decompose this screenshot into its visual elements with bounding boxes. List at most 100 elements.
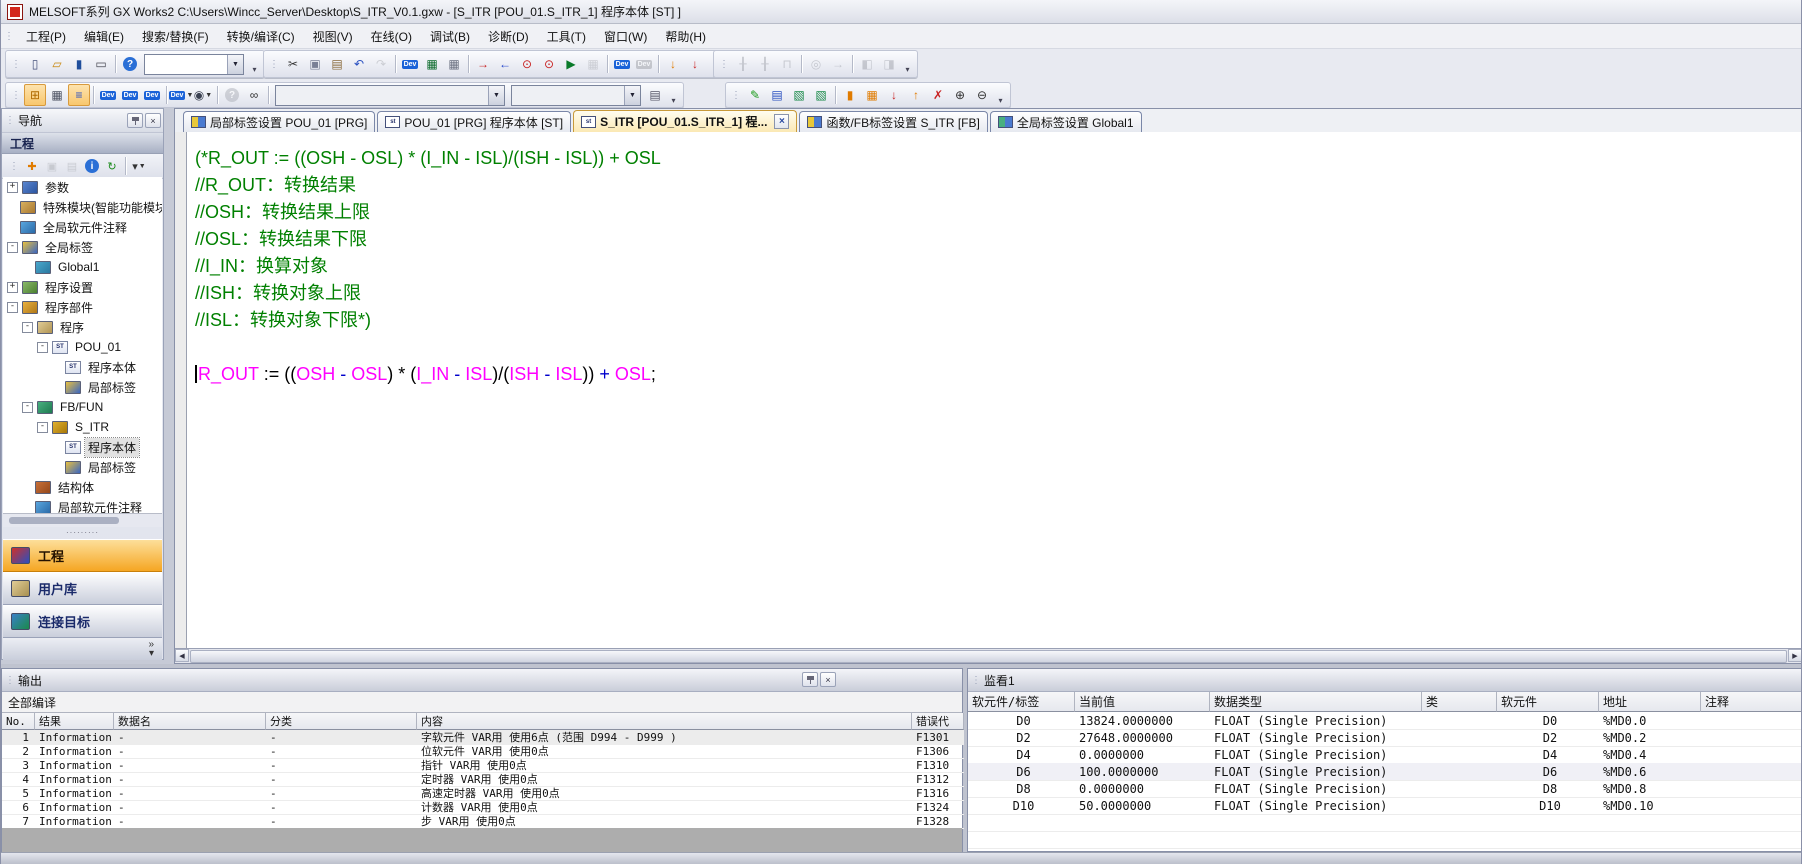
read-from-plc-icon[interactable]: ←	[494, 53, 516, 75]
tree-item-程序设置[interactable]: +程序设置	[3, 277, 162, 297]
toolbar-overflow-icon[interactable]: ▾	[249, 52, 260, 76]
parameter-calc-icon[interactable]: ▦	[861, 84, 883, 106]
tree-item-程序本体[interactable]: ST程序本体	[3, 357, 162, 377]
doc-outline-icon[interactable]: ≡	[68, 84, 90, 106]
io-assignment-icon[interactable]: ▦	[443, 53, 465, 75]
sort-filter-icon[interactable]: ▾▼	[129, 156, 149, 176]
watch-row-D4[interactable]: D40.0000000FLOAT (Single Precision)D4%MD…	[968, 746, 1802, 764]
new-data-icon[interactable]: ✚	[22, 156, 42, 176]
tree-item-参数[interactable]: +参数	[3, 177, 162, 197]
convert-icon[interactable]: ✎	[744, 84, 766, 106]
toolbar-overflow-icon[interactable]: ▾	[902, 52, 913, 76]
scroll-thumb[interactable]	[190, 650, 1787, 663]
device-batch-icon[interactable]: Dev	[141, 84, 163, 106]
transfer-setup-icon[interactable]: ↓	[662, 53, 684, 75]
convert-all-icon[interactable]: ▤	[766, 84, 788, 106]
module-config-icon[interactable]: ▦	[46, 84, 68, 106]
device-monitor-icon[interactable]: ▦	[421, 53, 443, 75]
tab-pou01-body[interactable]: stPOU_01 [PRG] 程序本体 [ST]	[377, 111, 571, 132]
tree-item-全局标签[interactable]: -全局标签	[3, 237, 162, 257]
watch-column-3[interactable]: 数据类型	[1210, 692, 1422, 712]
title-bar[interactable]: MELSOFT系列 GX Works2 C:\Users\Wincc_Serve…	[1, 0, 1801, 24]
tree-item-局部软元件注释[interactable]: 局部软元件注释	[3, 497, 162, 513]
watch-row-D8[interactable]: D80.0000000FLOAT (Single Precision)D8%MD…	[968, 780, 1802, 798]
collapse-icon[interactable]: -	[37, 422, 48, 433]
device-comment-icon[interactable]: Dev	[399, 53, 421, 75]
expand-icon[interactable]: +	[7, 182, 18, 193]
cross-reference-icon[interactable]: ∞	[243, 84, 265, 106]
tab-global-label[interactable]: 全局标签设置 Global1	[990, 111, 1142, 132]
watch-column-2[interactable]: 当前值	[1075, 692, 1210, 712]
tree-item-特殊模块(智能功能模块[interactable]: 特殊模块(智能功能模块	[3, 197, 162, 217]
monitor-start-icon[interactable]: ▶	[560, 53, 582, 75]
tree-item-程序部件[interactable]: -程序部件	[3, 297, 162, 317]
close-icon[interactable]: ×	[145, 113, 161, 128]
label-read-icon[interactable]: ↑	[905, 84, 927, 106]
watch-column-4[interactable]: 类	[1422, 692, 1497, 712]
tree-item-程序[interactable]: -程序	[3, 317, 162, 337]
device-batch-read-icon[interactable]: ⊙	[538, 53, 560, 75]
tree-item-结构体[interactable]: 结构体	[3, 477, 162, 497]
menu-item-9[interactable]: 工具(T)	[538, 25, 595, 48]
zoom-in-icon[interactable]: ⊕	[949, 84, 971, 106]
collapse-icon[interactable]: -	[37, 342, 48, 353]
find-target-icon[interactable]: ◉▼	[192, 84, 214, 106]
tab-local-label-pou01[interactable]: 局部标签设置 POU_01 [PRG]	[183, 111, 375, 132]
watch-column-7[interactable]: 注释	[1701, 692, 1802, 712]
watch-column-6[interactable]: 地址	[1599, 692, 1701, 712]
watch-row-D6[interactable]: D6100.0000000FLOAT (Single Precision)D6%…	[968, 763, 1802, 781]
device-table-icon[interactable]: Dev	[119, 84, 141, 106]
collapse-icon[interactable]: -	[22, 402, 33, 413]
data-security-icon[interactable]: i	[82, 156, 102, 176]
menu-item-1[interactable]: 工程(P)	[17, 25, 75, 48]
combo-dropdown-icon[interactable]: ▼	[227, 55, 243, 74]
verify-with-plc-icon[interactable]: ⊙	[516, 53, 538, 75]
toolbar-overflow-icon[interactable]: ▾	[668, 83, 679, 107]
program-check-icon[interactable]: ▧	[788, 84, 810, 106]
output-column-2[interactable]: 结果	[35, 713, 114, 730]
output-column-1[interactable]: No.	[2, 713, 35, 730]
combo-dropdown-icon[interactable]: ▼	[488, 86, 504, 105]
tab-sitr-body[interactable]: stS_ITR [POU_01.S_ITR_1] 程...×	[573, 110, 797, 132]
tree-item-FB/FUN[interactable]: -FB/FUN	[3, 397, 162, 417]
keyword-search-combo[interactable]: ▼	[144, 54, 244, 75]
pin-icon[interactable]	[802, 672, 818, 687]
save-project-icon[interactable]: ▮	[68, 53, 90, 75]
menu-item-10[interactable]: 窗口(W)	[595, 25, 656, 48]
output-column-5[interactable]: 内容	[417, 713, 912, 730]
menu-item-6[interactable]: 在线(O)	[362, 25, 421, 48]
zoom-out-icon[interactable]: ⊖	[971, 84, 993, 106]
copy-icon[interactable]: ▣	[304, 53, 326, 75]
tree-item-POU_01[interactable]: -STPOU_01	[3, 337, 162, 357]
nav-more-buttons[interactable]: » ▾	[3, 638, 162, 660]
watch-column-5[interactable]: 软元件	[1497, 692, 1599, 712]
tree-item-S_ITR[interactable]: -S_ITR	[3, 417, 162, 437]
device-watch-icon[interactable]: Dev▼	[170, 84, 192, 106]
watch-row-D10[interactable]: D1050.0000000FLOAT (Single Precision)D10…	[968, 797, 1802, 815]
nav-splitter-handle[interactable]: ·········	[3, 526, 162, 538]
write-verify-icon[interactable]: ↓	[684, 53, 706, 75]
parameter-icon[interactable]: ▮	[839, 84, 861, 106]
menu-item-8[interactable]: 诊断(D)	[479, 25, 538, 48]
collapse-icon[interactable]: -	[7, 302, 18, 313]
print-icon[interactable]: ▭	[90, 53, 112, 75]
refresh-icon[interactable]: ↻	[102, 156, 122, 176]
pin-icon[interactable]	[127, 113, 143, 128]
watch-empty-row[interactable]	[968, 814, 1802, 832]
program-selector-combo[interactable]: ▼	[275, 85, 505, 106]
menu-item-7[interactable]: 调试(B)	[421, 25, 479, 48]
output-row-2[interactable]: 2Information--位软元件 VAR用 使用0点F1306	[2, 744, 964, 759]
menu-item-3[interactable]: 搜索/替换(F)	[133, 25, 218, 48]
nav-button-project[interactable]: 工程	[3, 539, 162, 572]
label-clear-icon[interactable]: ✗	[927, 84, 949, 106]
undo-icon[interactable]: ↶	[348, 53, 370, 75]
watch-row-D0[interactable]: D013824.0000000FLOAT (Single Precision)D…	[968, 712, 1802, 730]
help-icon[interactable]: ?	[119, 53, 141, 75]
watch-row-D2[interactable]: D227648.0000000FLOAT (Single Precision)D…	[968, 729, 1802, 747]
output-column-6[interactable]: 错误代	[912, 713, 964, 730]
tab-fb-label-sitr[interactable]: 函数/FB标签设置 S_ITR [FB]	[799, 111, 987, 132]
output-row-5[interactable]: 5Information--高速定时器 VAR用 使用0点F1316	[2, 786, 964, 801]
st-code-editor[interactable]: (*R_OUT := ((OSH - OSL) * (I_IN - ISL)/(…	[175, 132, 1802, 649]
tab-close-icon[interactable]: ×	[774, 114, 789, 129]
program-check2-icon[interactable]: ▧	[810, 84, 832, 106]
